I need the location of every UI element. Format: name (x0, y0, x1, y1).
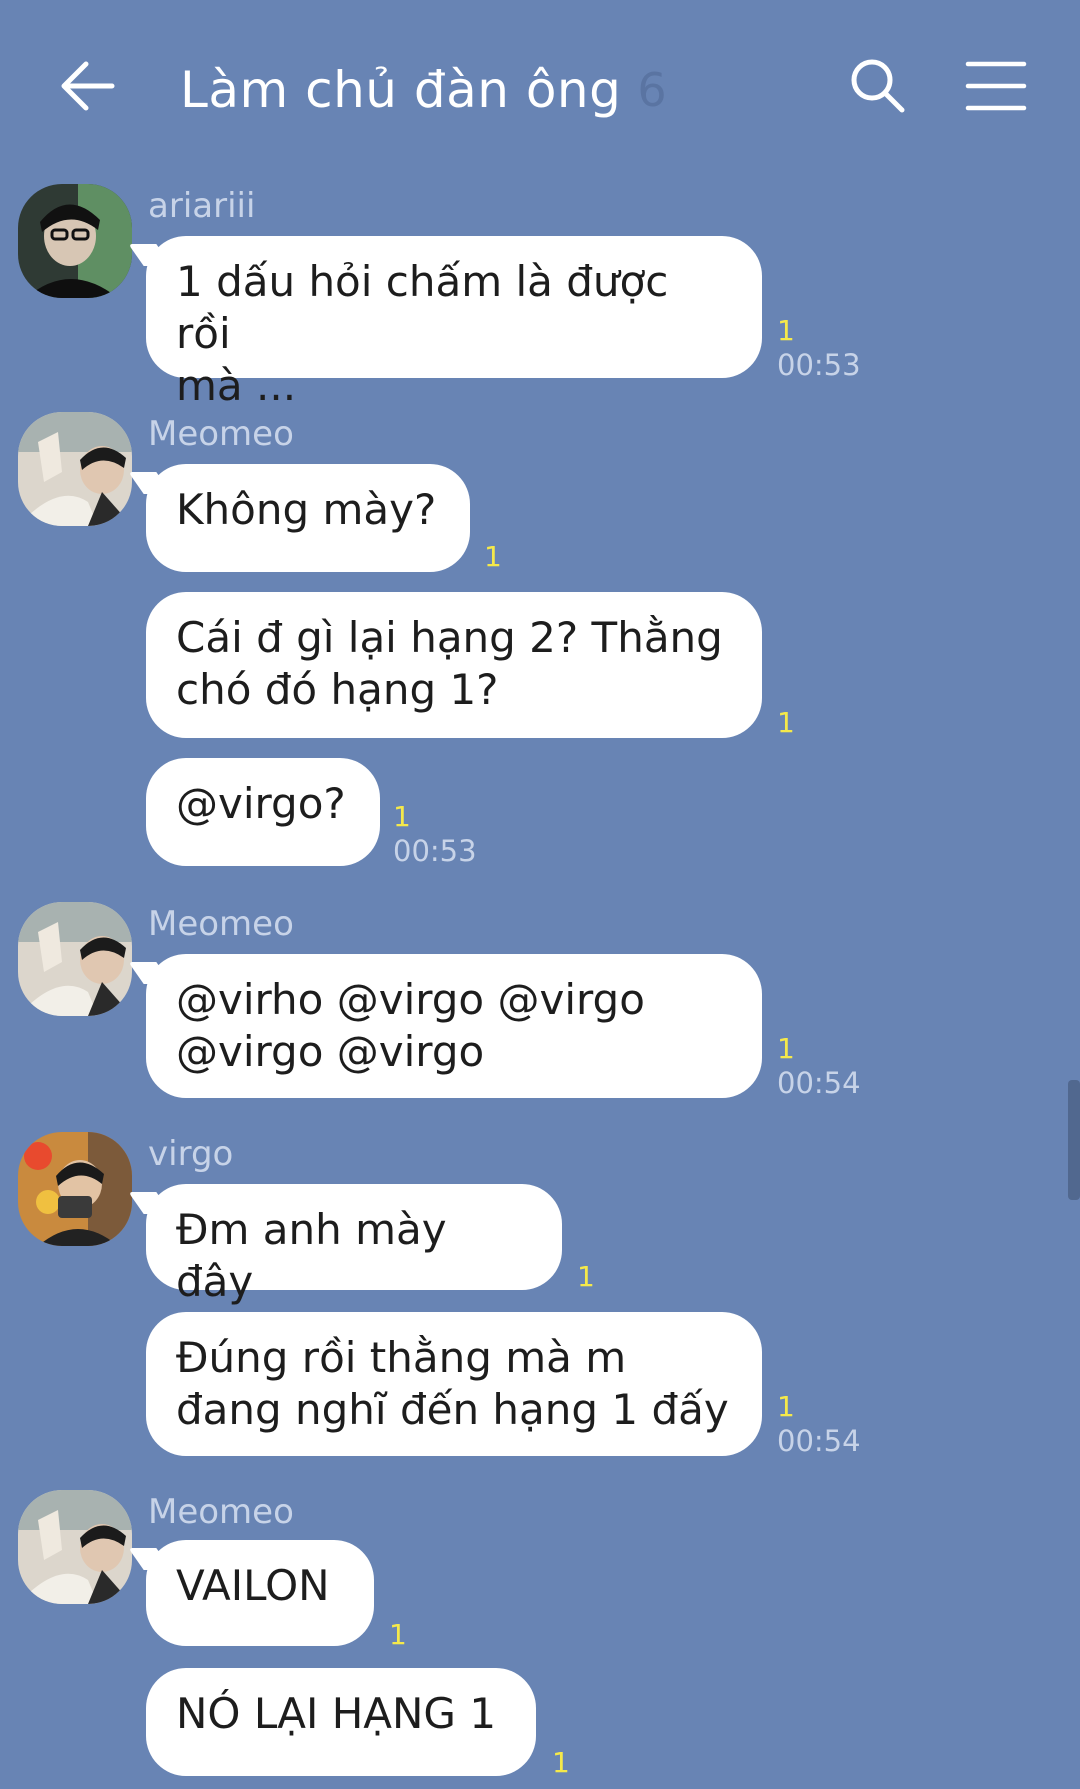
avatar-image (18, 412, 132, 526)
message-time: 00:54 (777, 1066, 861, 1100)
sender-name: Meomeo (148, 414, 294, 454)
back-arrow-icon (61, 61, 115, 111)
avatar-meomeo[interactable] (18, 1490, 132, 1604)
read-count: 1 (577, 1260, 595, 1293)
message-bubble[interactable]: 1 dấu hỏi chấm là được rồi mà ... (146, 236, 762, 410)
message-bubble[interactable]: Không mày? (146, 464, 470, 572)
read-count: 1 (389, 1618, 407, 1651)
avatar-meomeo[interactable] (18, 412, 132, 526)
message-bubble[interactable]: @virho @virgo @virgo @virgo @virgo (146, 954, 762, 1098)
sender-name: Meomeo (148, 904, 294, 944)
avatar-image (18, 1132, 132, 1246)
read-count: 1 (777, 1032, 795, 1065)
message-bubble[interactable]: Đm anh mày đây (146, 1184, 562, 1306)
avatar-image (18, 902, 132, 1016)
chat-title: Làm chủ đàn ông (180, 61, 622, 119)
search-button[interactable] (846, 54, 910, 118)
sender-name: Meomeo (148, 1492, 294, 1532)
hamburger-menu-icon (965, 61, 1027, 111)
message-time: 00:54 (777, 1424, 861, 1458)
read-count: 1 (777, 706, 795, 739)
message-bubble[interactable]: Đúng rồi thằng mà m đang nghĩ đến hạng 1… (146, 1312, 762, 1456)
avatar-image (18, 1490, 132, 1604)
menu-button[interactable] (964, 56, 1028, 116)
read-count: 1 (393, 800, 411, 833)
avatar-virgo[interactable] (18, 1132, 132, 1246)
scrollbar[interactable] (1068, 1080, 1080, 1200)
sender-name: virgo (148, 1134, 234, 1174)
avatar-meomeo[interactable] (18, 902, 132, 1016)
avatar-ariariii[interactable] (18, 184, 132, 298)
read-count: 1 (484, 540, 502, 573)
message-bubble[interactable]: @virgo? (146, 758, 380, 866)
message-bubble[interactable]: Cái đ gì lại hạng 2? Thằng chó đó hạng 1… (146, 592, 762, 738)
chat-title-area[interactable]: Làm chủ đàn ông 6 (180, 50, 667, 130)
member-count: 6 (637, 63, 667, 117)
read-count: 1 (777, 314, 795, 347)
message-time: 00:53 (393, 834, 477, 868)
message-bubble[interactable]: VAILON (146, 1540, 374, 1646)
avatar-image (18, 184, 132, 298)
message-bubble[interactable]: NÓ LẠI HẠNG 1 (146, 1668, 536, 1776)
read-count: 1 (777, 1390, 795, 1423)
message-time: 00:53 (777, 348, 861, 382)
sender-name: ariariii (148, 186, 256, 226)
read-count: 1 (552, 1746, 570, 1779)
search-icon (851, 59, 905, 113)
chat-header: Làm chủ đàn ông 6 (0, 0, 1080, 172)
back-button[interactable] (54, 52, 122, 120)
